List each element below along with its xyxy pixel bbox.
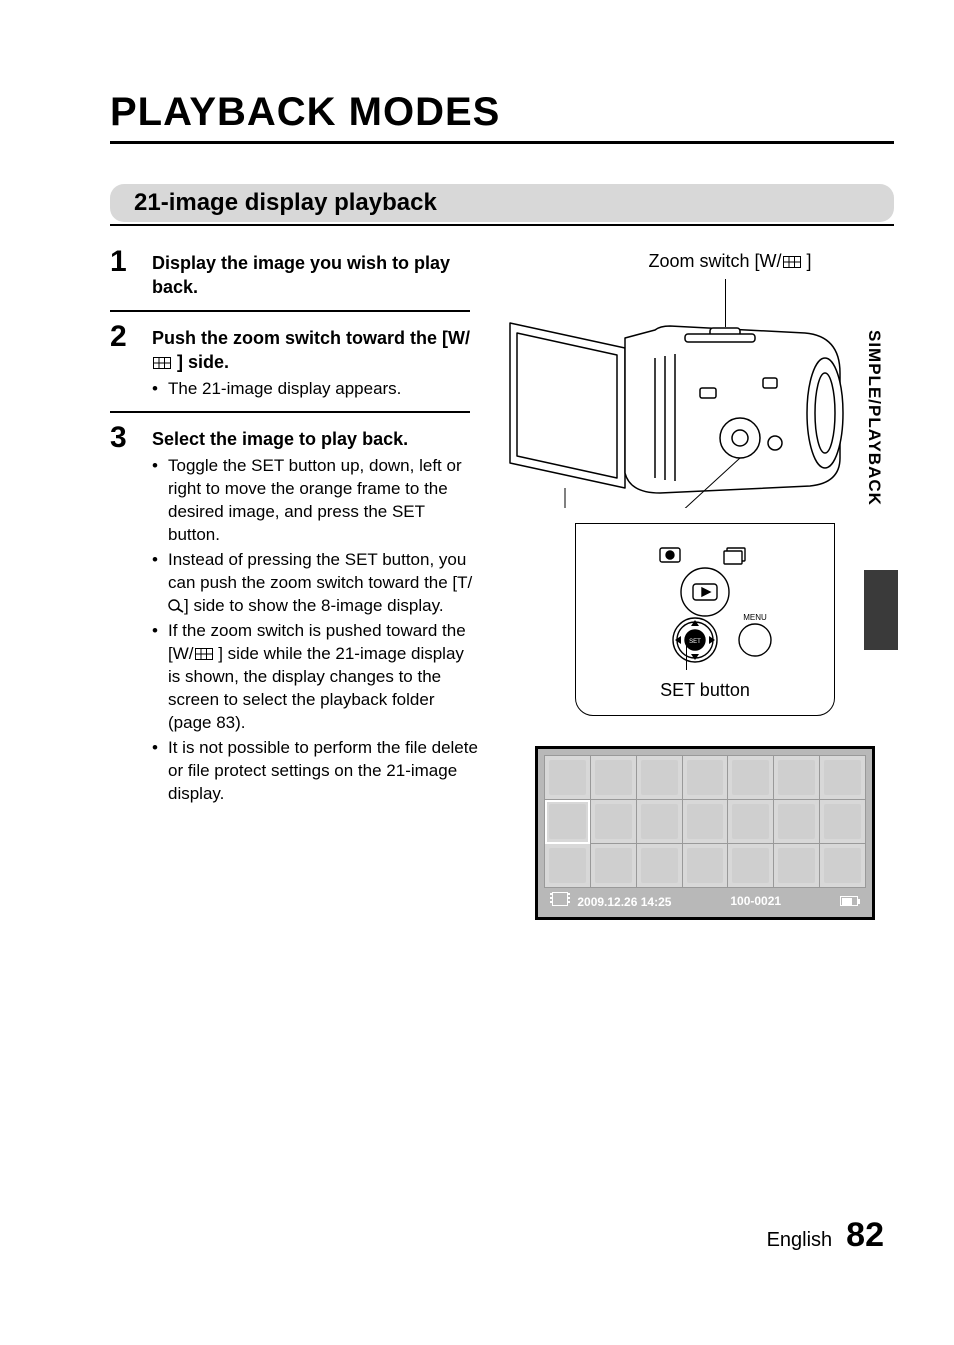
callout-line [686,634,687,670]
step-number: 1 [110,245,127,279]
step-bullets: The 21-image display appears. [152,378,480,401]
lcd-screen-mockup: 2009.12.26 14:25 100-0021 [535,746,875,920]
magnifier-icon [168,597,184,611]
bullet-pre: Instead of pressing the SET button, you … [168,550,472,592]
film-icon [552,892,568,906]
thumbnail [545,756,591,800]
status-left: 2009.12.26 14:25 [552,892,671,909]
bullet-text: Toggle the SET button up, down, left or … [152,455,480,547]
grid-icon [783,256,801,268]
step-3: 3 Select the image to play back. Toggle … [110,427,480,805]
screen-status-bar: 2009.12.26 14:25 100-0021 [544,888,866,911]
content-area: 1 Display the image you wish to play bac… [110,251,894,805]
thumbnail [820,756,866,800]
footer-language: English [767,1229,833,1252]
subheading-bar: 21-image display playback [110,184,894,222]
screen-datetime: 2009.12.26 14:25 [577,895,671,909]
thumbnail [820,800,866,844]
step-heading: Push the zoom switch toward the [W/ ] si… [152,326,480,375]
step-divider [110,310,470,312]
subheading-text: 21-image display playback [134,189,437,217]
camcorder-illustration [505,278,855,508]
bullet-text: Instead of pressing the SET button, you … [152,549,480,618]
subheading-rule [110,224,894,226]
callout-line [725,279,726,327]
screen-counter: 100-0021 [730,894,781,908]
callout-post: ] [802,251,812,271]
page-title: PLAYBACK MODES [110,90,894,135]
callout-pre: Zoom switch [W/ [648,251,781,271]
bullet-text: If the zoom switch is pushed toward the … [152,620,480,735]
thumbnail [682,844,728,888]
step-head-post: ] side. [172,352,229,372]
set-button-callout: SET button [586,680,824,701]
sidebar-label: SIMPLE/PLAYBACK [864,330,884,506]
illustration-column: Zoom switch [W/ ] [505,251,905,920]
battery-icon [840,896,858,906]
thumbnail [820,844,866,888]
bullet-text: It is not possible to perform the file d… [152,737,480,806]
step-heading: Select the image to play back. [152,427,480,451]
footer-page-number: 82 [846,1216,884,1255]
step-number: 2 [110,320,127,354]
step-1: 1 Display the image you wish to play bac… [110,251,480,312]
step-number: 3 [110,421,127,455]
step-heading: Display the image you wish to play back. [152,251,480,300]
control-inset: SET MENU SET button [575,523,835,716]
step-divider [110,411,470,413]
step-2: 2 Push the zoom switch toward the [W/ ] … [110,326,480,414]
thumbnail [636,756,682,800]
sidebar-tab-marker [864,570,898,650]
dpad-illustration: SET MENU [605,542,805,672]
thumbnail [636,800,682,844]
thumbnail [774,800,820,844]
manual-page: PLAYBACK MODES 21-image display playback… [0,0,954,1345]
step-head-pre: Push the zoom switch toward the [W/ [152,328,470,348]
thumbnail [682,756,728,800]
steps-column: 1 Display the image you wish to play bac… [110,251,480,805]
menu-label: MENU [743,613,767,622]
thumbnail [636,844,682,888]
svg-text:SET: SET [689,639,701,645]
title-rule [110,141,894,144]
subheading-block: 21-image display playback [110,184,894,226]
thumbnail-selected [545,800,591,844]
thumbnail [682,800,728,844]
thumbnail [590,844,636,888]
zoom-switch-callout: Zoom switch [W/ ] [555,251,905,272]
section-sidebar: SIMPLE/PLAYBACK [864,330,892,506]
thumbnail [728,800,774,844]
bullet-post: ] side to show the 8-image display. [184,596,444,615]
bullet-text: The 21-image display appears. [152,378,480,401]
thumbnail [774,756,820,800]
grid-icon [153,357,171,369]
step-bullets: Toggle the SET button up, down, left or … [152,455,480,805]
thumbnail [590,800,636,844]
thumbnail [590,756,636,800]
thumbnail [728,756,774,800]
page-footer: English 82 [767,1216,884,1255]
thumbnail [774,844,820,888]
thumbnail [728,844,774,888]
thumbnail [545,844,591,888]
thumbnail-grid [544,755,866,888]
grid-icon [195,648,213,660]
